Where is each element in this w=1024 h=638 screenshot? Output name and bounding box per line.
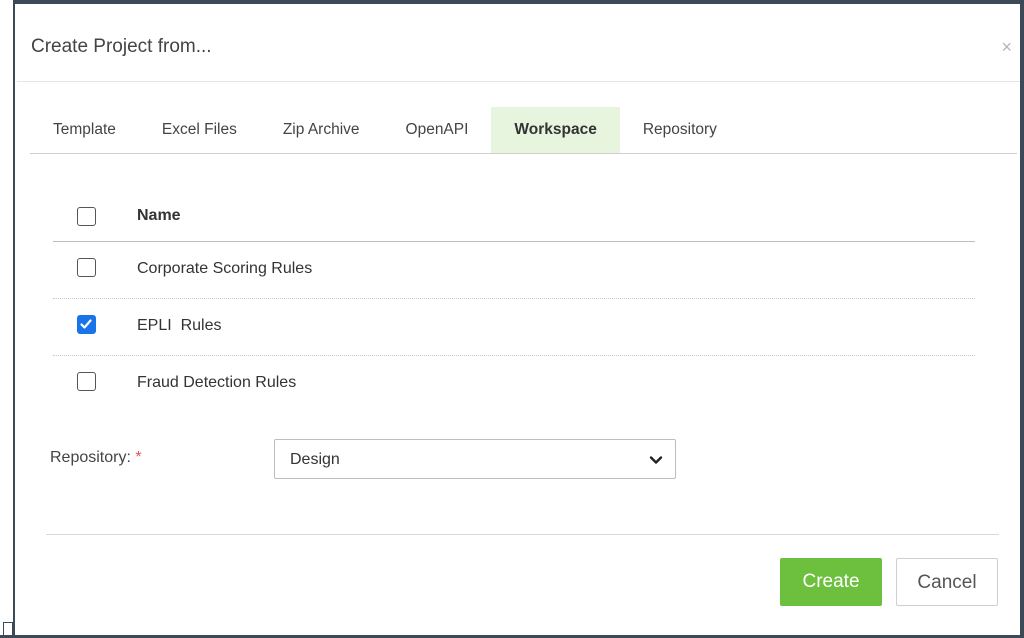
tab-bar: Template Excel Files Zip Archive OpenAPI…: [30, 107, 1017, 154]
cancel-button[interactable]: Cancel: [896, 558, 998, 606]
dialog-title: Create Project from...: [31, 36, 212, 57]
select-all-checkbox[interactable]: [77, 207, 96, 226]
screen: Create Project from... × Template Excel …: [0, 0, 1024, 638]
row-checkbox[interactable]: [77, 372, 96, 391]
row-checkbox-checked[interactable]: [77, 315, 96, 334]
tab-workspace[interactable]: Workspace: [491, 107, 620, 153]
dialog-header: Create Project from... ×: [17, 4, 1020, 82]
repository-field-label: Repository: *: [50, 449, 142, 467]
list-header-row: Name: [53, 190, 975, 242]
create-button[interactable]: Create: [780, 558, 882, 606]
close-icon[interactable]: ×: [1001, 38, 1012, 56]
repository-label-text: Repository:: [50, 449, 131, 466]
row-checkbox[interactable]: [77, 258, 96, 277]
tab-template[interactable]: Template: [30, 107, 139, 153]
window-frame-left: [0, 0, 15, 638]
checkmark-icon: [80, 319, 92, 329]
window-corner-mark: [3, 622, 13, 638]
required-marker: *: [135, 449, 142, 466]
project-name: Fraud Detection Rules: [137, 374, 297, 391]
tab-repository[interactable]: Repository: [620, 107, 740, 153]
footer-divider: [46, 534, 999, 535]
tab-excel-files[interactable]: Excel Files: [139, 107, 260, 153]
project-list: Name Corporate Scoring Rules EPLI Rules …: [53, 190, 975, 413]
create-project-dialog: Create Project from... × Template Excel …: [17, 4, 1020, 635]
tab-openapi[interactable]: OpenAPI: [383, 107, 492, 153]
list-item[interactable]: Corporate Scoring Rules: [53, 242, 975, 299]
repository-select[interactable]: Design: [274, 439, 676, 479]
project-name: EPLI Rules: [137, 317, 222, 334]
window-frame-right: [1020, 0, 1024, 638]
tab-zip-archive[interactable]: Zip Archive: [260, 107, 383, 153]
chevron-down-icon: [649, 456, 663, 464]
list-item[interactable]: Fraud Detection Rules: [53, 356, 975, 413]
name-column-header: Name: [137, 207, 181, 224]
repository-selected-value: Design: [290, 451, 340, 468]
project-name: Corporate Scoring Rules: [137, 260, 313, 277]
list-item[interactable]: EPLI Rules: [53, 299, 975, 356]
